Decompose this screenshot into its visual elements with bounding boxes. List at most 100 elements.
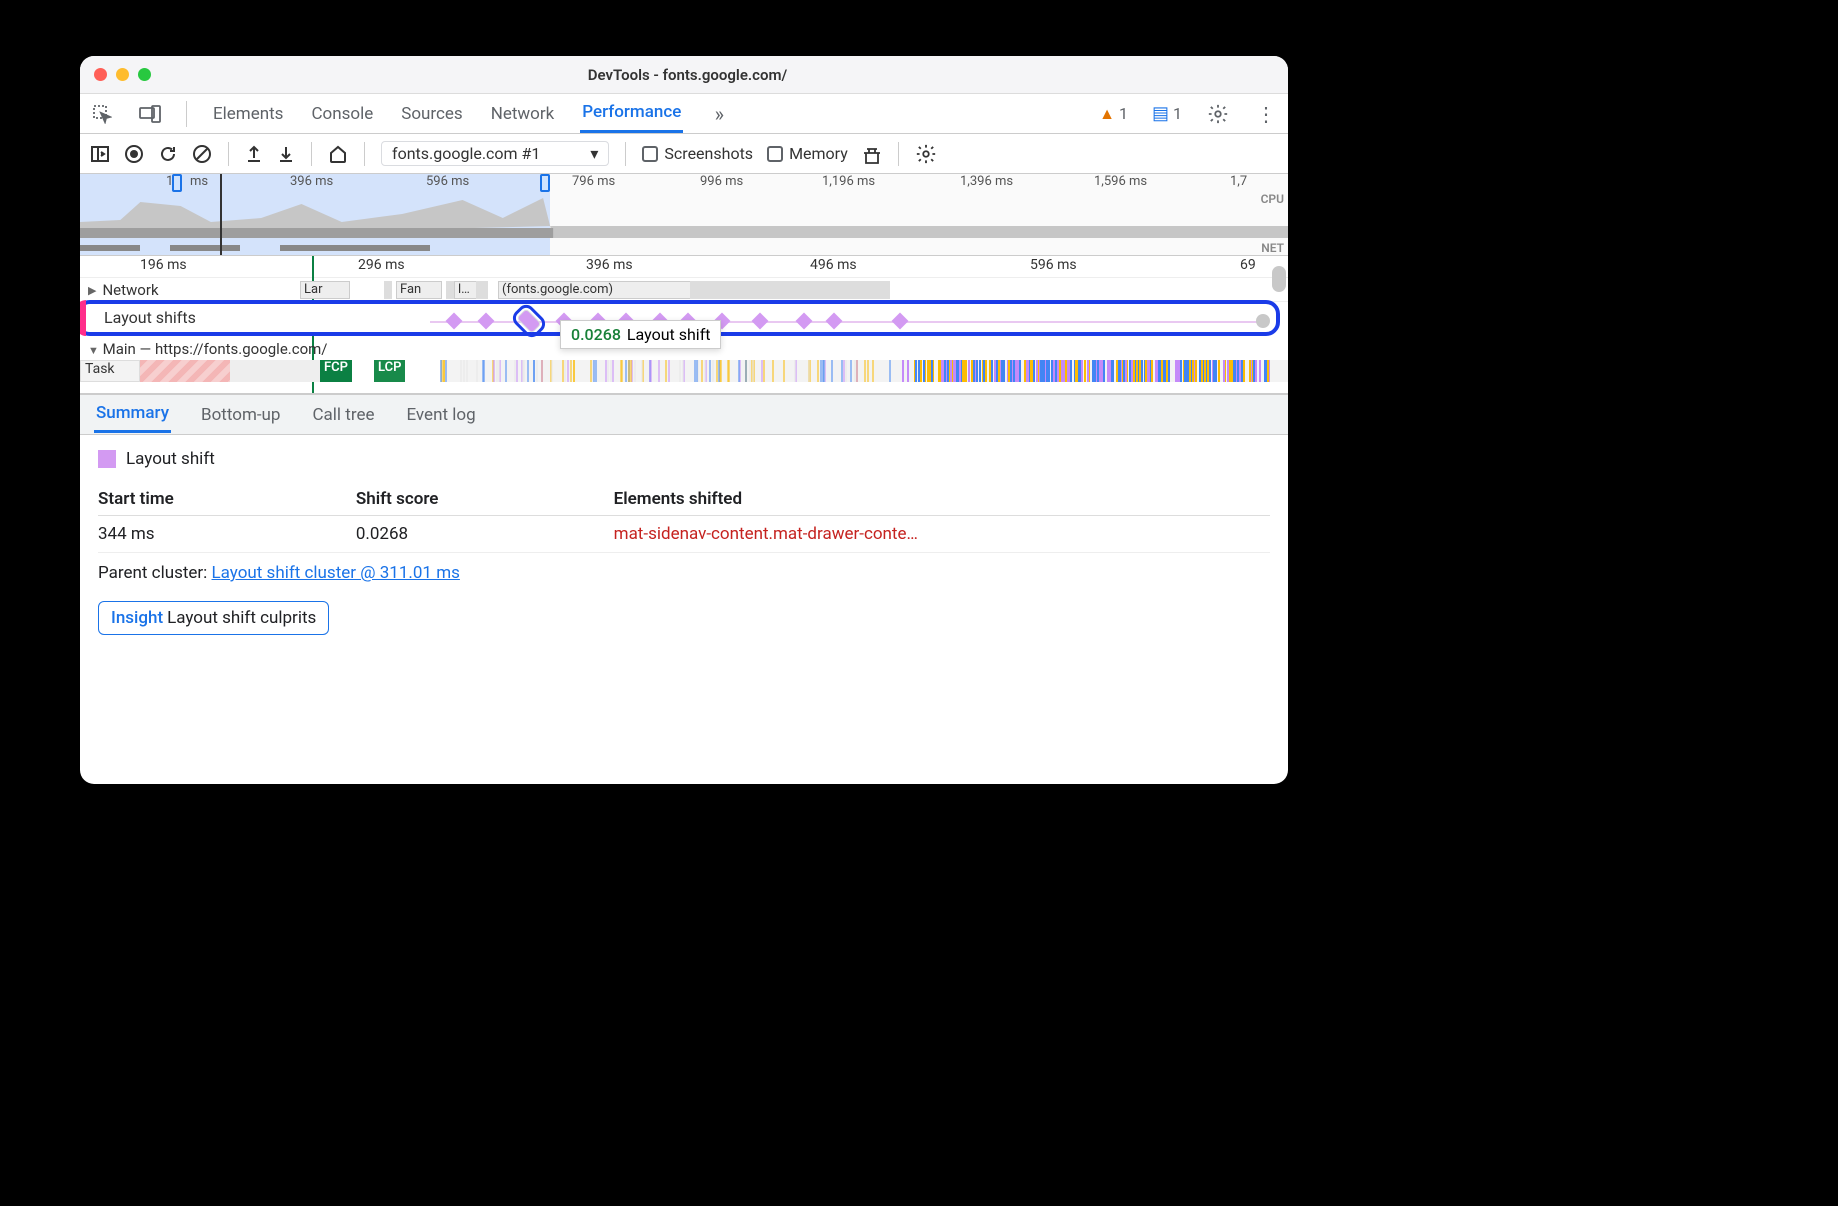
parent-cluster-row: Parent cluster: Layout shift cluster @ 3…	[98, 563, 1270, 583]
tab-sources[interactable]: Sources	[399, 96, 464, 132]
chevron-down-icon: ▾	[590, 144, 598, 163]
device-toolbar-icon[interactable]	[138, 102, 162, 126]
fcp-marker[interactable]: FCP	[320, 360, 352, 382]
tab-performance[interactable]: Performance	[580, 94, 683, 133]
overview-tick: 796 ms	[572, 174, 615, 189]
network-block[interactable]	[446, 281, 454, 299]
val-elements-shifted[interactable]: mat-sidenav-content.mat-drawer-conte…	[614, 516, 1270, 553]
overview-tick: 996 ms	[700, 174, 743, 189]
cpu-label: CPU	[1261, 192, 1284, 206]
lcp-marker[interactable]: LCP	[374, 360, 405, 382]
network-track-label: Network	[102, 281, 158, 299]
network-block[interactable]	[384, 281, 392, 299]
reload-record-icon[interactable]	[158, 144, 178, 164]
overview-handle-left[interactable]	[172, 174, 182, 192]
minimize-window-button[interactable]	[116, 68, 129, 81]
toggle-sidebar-icon[interactable]	[90, 144, 110, 164]
val-start-time: 344 ms	[98, 516, 356, 553]
dtab-bottomup[interactable]: Bottom-up	[199, 398, 282, 432]
dtab-calltree[interactable]: Call tree	[310, 398, 376, 432]
layout-shift-diamond[interactable]	[752, 313, 769, 330]
garbage-collect-icon[interactable]	[862, 143, 882, 165]
ruler-tick: 69	[1240, 257, 1256, 273]
overview-handle-right[interactable]	[540, 174, 550, 192]
task-block[interactable]	[230, 360, 320, 382]
table-row: 344 ms 0.0268 mat-sidenav-content.mat-dr…	[98, 516, 1270, 553]
settings-icon[interactable]	[1206, 102, 1230, 126]
layout-shift-diamond[interactable]	[516, 308, 541, 333]
insight-button[interactable]: InsightLayout shift culprits	[98, 601, 329, 635]
close-window-button[interactable]	[94, 68, 107, 81]
expand-icon[interactable]: ▶	[88, 284, 96, 297]
time-ruler[interactable]: 196 ms296 ms396 ms496 ms596 ms69	[80, 256, 1288, 278]
layout-shift-diamond[interactable]	[478, 313, 495, 330]
memory-label: Memory	[789, 144, 848, 163]
col-elements-shifted: Elements shifted	[614, 483, 1270, 516]
cluster-link[interactable]: Layout shift cluster @ 311.01 ms	[212, 563, 460, 583]
dtab-eventlog[interactable]: Event log	[404, 398, 477, 432]
performance-toolbar: fonts.google.com #1 ▾ Screenshots Memory	[80, 134, 1288, 174]
layout-shift-tooltip: 0.0268Layout shift	[560, 320, 721, 349]
overview-marker	[220, 174, 222, 255]
recording-select[interactable]: fonts.google.com #1 ▾	[381, 141, 609, 166]
insight-text: Layout shift culprits	[167, 608, 316, 628]
messages-badge[interactable]: ▤1	[1152, 103, 1182, 124]
home-icon[interactable]	[328, 144, 348, 164]
capture-settings-icon[interactable]	[915, 143, 937, 165]
screenshots-label: Screenshots	[664, 144, 753, 163]
event-color-swatch	[98, 450, 116, 468]
warnings-count: 1	[1119, 104, 1128, 123]
layout-shift-diamond[interactable]	[892, 313, 909, 330]
warnings-badge[interactable]: ▲1	[1099, 104, 1128, 124]
overview-tick: 1,396 ms	[960, 174, 1013, 189]
track-scrollbar[interactable]	[1256, 314, 1270, 328]
upload-icon[interactable]	[245, 144, 263, 164]
layout-shift-diamond[interactable]	[446, 313, 463, 330]
screenshots-checkbox[interactable]: Screenshots	[642, 144, 753, 163]
network-track[interactable]: ▶Network LarFanl…(fonts.google.com)	[80, 278, 1288, 302]
col-shift-score: Shift score	[356, 483, 614, 516]
layout-shift-diamond[interactable]	[826, 313, 843, 330]
clear-icon[interactable]	[192, 144, 212, 164]
window-title: DevTools - fonts.google.com/	[151, 66, 1224, 84]
network-block[interactable]	[690, 281, 890, 299]
tooltip-label: Layout shift	[627, 325, 711, 344]
record-icon[interactable]	[124, 144, 144, 164]
detail-tabs: Summary Bottom-up Call tree Event log	[80, 395, 1288, 435]
val-shift-score: 0.0268	[356, 516, 614, 553]
network-item[interactable]: (fonts.google.com)	[498, 281, 698, 299]
tab-console[interactable]: Console	[309, 96, 375, 132]
collapse-icon[interactable]: ▼	[88, 344, 99, 357]
inspect-element-icon[interactable]	[90, 102, 114, 126]
vertical-scrollbar[interactable]	[1272, 266, 1286, 292]
dtab-summary[interactable]: Summary	[94, 396, 171, 433]
col-start-time: Start time	[98, 483, 356, 516]
event-type-label: Layout shift	[126, 449, 215, 469]
layout-shifts-edge	[80, 300, 86, 336]
tab-network[interactable]: Network	[489, 96, 557, 132]
overview-net: NET	[80, 243, 1288, 255]
network-item[interactable]: Fan	[396, 281, 442, 299]
maximize-window-button[interactable]	[138, 68, 151, 81]
main-track-label: Main — https://fonts.google.com/	[103, 340, 328, 358]
devtools-window: DevTools - fonts.google.com/ Elements Co…	[80, 56, 1288, 784]
layout-shifts-label: Layout shifts	[104, 308, 196, 327]
network-block[interactable]	[476, 281, 488, 299]
ruler-tick: 496 ms	[810, 257, 857, 273]
download-icon[interactable]	[277, 144, 295, 164]
overview-tick: 1,596 ms	[1094, 174, 1147, 189]
recording-select-label: fonts.google.com #1	[392, 144, 540, 163]
more-tabs-icon[interactable]: »	[707, 102, 731, 126]
memory-checkbox[interactable]: Memory	[767, 144, 848, 163]
layout-shift-diamond[interactable]	[796, 313, 813, 330]
tab-elements[interactable]: Elements	[211, 96, 285, 132]
overview-panel[interactable]: 19ms396 ms596 ms796 ms996 ms1,196 ms1,39…	[80, 174, 1288, 256]
devtools-tabbar: Elements Console Sources Network Perform…	[80, 94, 1288, 134]
kebab-menu-icon[interactable]: ⋮	[1254, 102, 1278, 126]
ruler-tick: 296 ms	[358, 257, 405, 273]
titlebar: DevTools - fonts.google.com/	[80, 56, 1288, 94]
overview-tick: 596 ms	[426, 174, 469, 189]
overview-cpu: CPU	[80, 192, 1288, 238]
overview-tick: 1,7	[1230, 174, 1247, 189]
network-item[interactable]: Lar	[300, 281, 350, 299]
